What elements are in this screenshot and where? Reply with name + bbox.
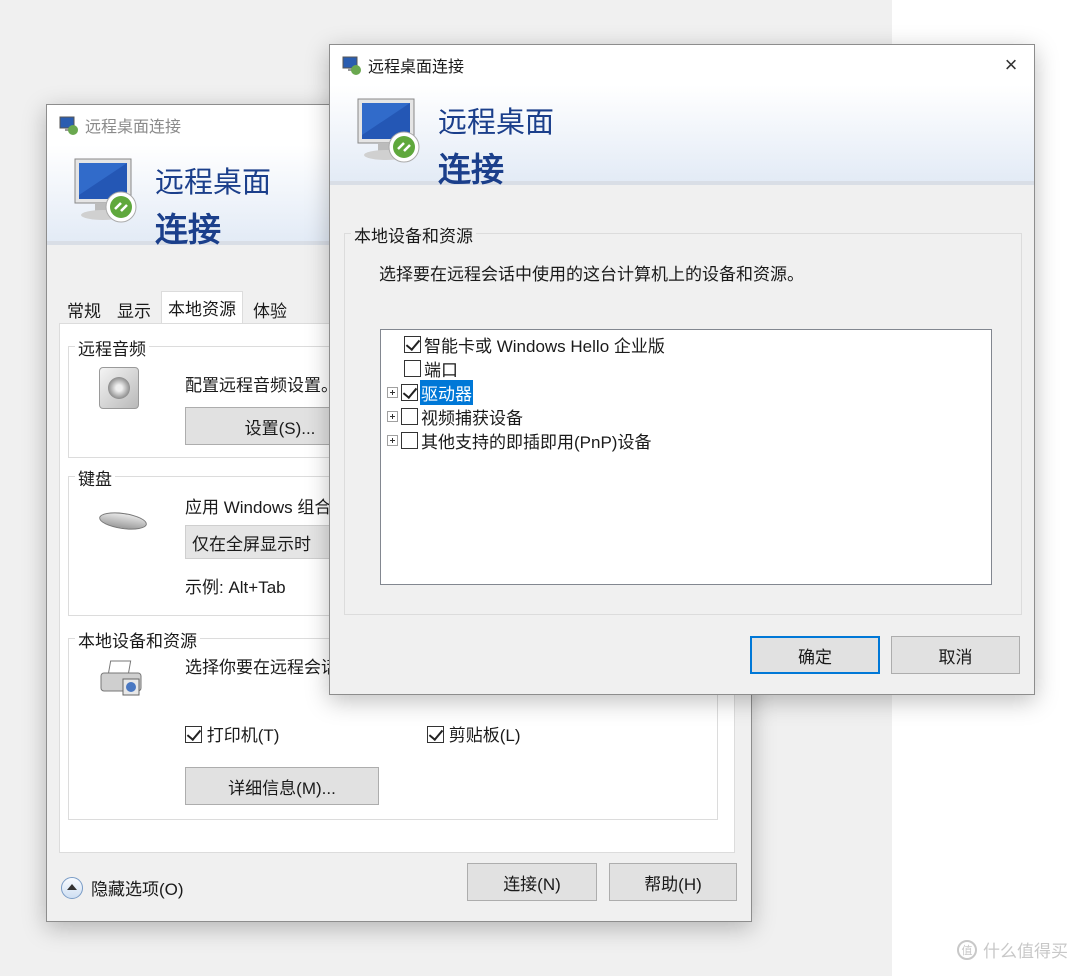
local-devices-legend: 本地设备和资源	[75, 627, 200, 652]
dialog-banner: 远程桌面 连接	[330, 85, 1034, 188]
banner-title-line2: 连接	[155, 211, 221, 248]
remote-audio-legend: 远程音频	[75, 335, 149, 360]
device-tree[interactable]: 智能卡或 Windows Hello 企业版 端口 驱动器 视频捕获设备 其他支…	[380, 329, 992, 585]
group-legend: 本地设备和资源	[351, 222, 476, 247]
keyboard-legend: 键盘	[75, 465, 115, 490]
tree-item-label: 端口	[424, 360, 458, 380]
devices-description: 选择你要在远程会话	[185, 658, 338, 677]
pnp-checkbox[interactable]	[401, 431, 418, 449]
keyboard-description: 应用 Windows 组合	[185, 498, 332, 517]
expand-plus-icon[interactable]	[387, 434, 398, 446]
expand-plus-icon[interactable]	[387, 410, 398, 422]
expand-plus-icon[interactable]	[387, 386, 398, 398]
keyboard-dropdown-value: 仅在全屏显示时	[192, 534, 311, 554]
help-button[interactable]: 帮助(H)	[609, 863, 737, 901]
dialog-title-bar[interactable]: 远程桌面连接 ×	[330, 45, 1034, 85]
drives-checkbox[interactable]	[401, 383, 418, 401]
watermark-logo-icon: 值	[957, 939, 977, 960]
watermark-text: 什么值得买	[983, 942, 1068, 961]
instruction-text: 选择要在远程会话中使用的这台计算机上的设备和资源。	[379, 265, 804, 284]
tree-item-video-capture[interactable]: 视频捕获设备	[387, 404, 524, 428]
tab-experience[interactable]: 体验	[247, 295, 293, 323]
tab-general[interactable]: 常规	[61, 295, 107, 323]
keyboard-icon	[98, 509, 148, 533]
clipboard-checkbox[interactable]	[427, 726, 444, 743]
connect-button[interactable]: 连接(N)	[467, 863, 597, 901]
watermark: 值 什么值得买	[957, 937, 1068, 962]
remote-desktop-app-icon	[59, 115, 79, 135]
printer-label: 打印机(T)	[206, 726, 280, 745]
tree-item-drives[interactable]: 驱动器	[387, 379, 473, 405]
window-title: 远程桌面连接	[85, 119, 182, 136]
banner-title-line1: 远程桌面	[155, 167, 272, 199]
tree-item-label: 其他支持的即插即用(PnP)设备	[421, 432, 652, 452]
collapse-up-icon	[61, 876, 83, 899]
remote-desktop-monitor-icon	[352, 95, 430, 173]
tree-item-label: 驱动器	[420, 379, 473, 405]
ok-button[interactable]: 确定	[750, 636, 880, 674]
hide-options-toggle[interactable]: 隐藏选项(O)	[61, 875, 184, 900]
cancel-button[interactable]: 取消	[891, 636, 1020, 674]
remote-desktop-app-icon	[342, 55, 362, 75]
close-icon[interactable]: ×	[996, 51, 1026, 79]
audio-description: 配置远程音频设置。	[185, 376, 338, 395]
banner-title-line1: 远程桌面	[438, 107, 555, 139]
remote-desktop-monitor-icon	[69, 155, 147, 233]
speaker-icon	[99, 367, 139, 409]
local-devices-dialog: 远程桌面连接 × 远程桌面 连接 本地设备和资源 选择要在远程会话中使用的这台计…	[329, 44, 1035, 695]
tree-item-pnp-devices[interactable]: 其他支持的即插即用(PnP)设备	[387, 428, 652, 452]
tree-item-smartcard[interactable]: 智能卡或 Windows Hello 企业版	[387, 332, 666, 356]
tab-strip: 常规 显示 本地资源 体验	[61, 291, 297, 325]
hide-options-label: 隐藏选项(O)	[91, 880, 184, 899]
details-button[interactable]: 详细信息(M)...	[185, 767, 379, 805]
printer-checkbox[interactable]	[185, 726, 202, 743]
clipboard-checkbox-row[interactable]: 剪贴板(L)	[427, 721, 521, 746]
tree-item-ports[interactable]: 端口	[387, 356, 459, 380]
printer-icon	[99, 659, 145, 699]
tree-item-label: 视频捕获设备	[421, 408, 523, 428]
banner-title-line2: 连接	[438, 151, 504, 188]
tree-item-label: 智能卡或 Windows Hello 企业版	[424, 336, 665, 356]
dialog-title: 远程桌面连接	[368, 59, 465, 76]
tab-local-resources[interactable]: 本地资源	[161, 291, 243, 323]
smartcard-checkbox[interactable]	[404, 335, 421, 353]
ports-checkbox[interactable]	[404, 359, 421, 377]
printer-checkbox-row[interactable]: 打印机(T)	[185, 721, 279, 746]
keyboard-example: 示例: Alt+Tab	[185, 578, 286, 597]
tab-display[interactable]: 显示	[111, 295, 157, 323]
video-capture-checkbox[interactable]	[401, 407, 418, 425]
clipboard-label: 剪贴板(L)	[448, 726, 521, 745]
